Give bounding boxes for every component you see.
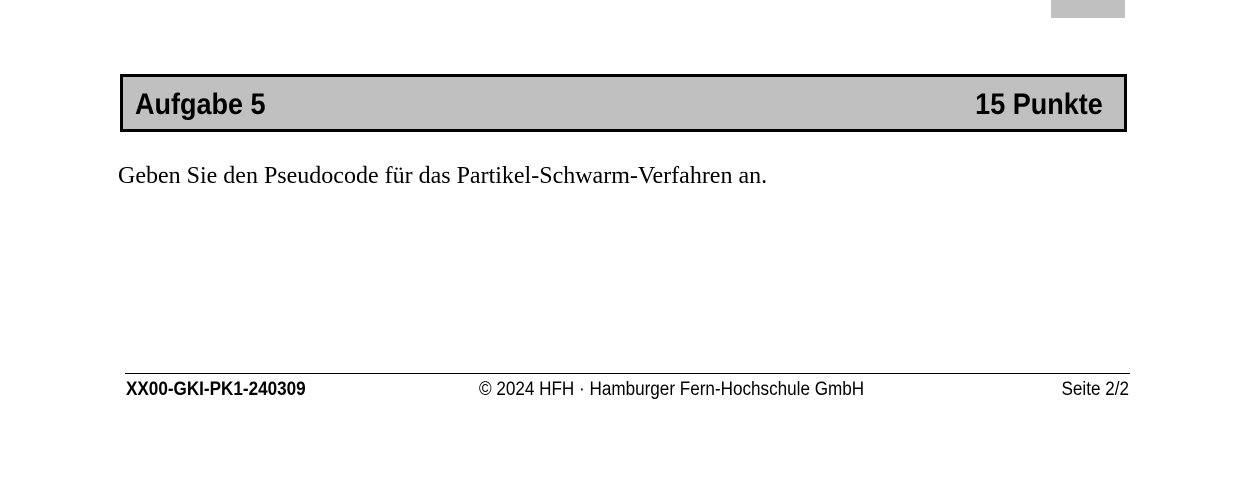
previous-task-text: Mutation das entstehende Individuum an. <box>156 0 554 8</box>
footer-page-number: Seite 2/2 <box>1061 379 1130 400</box>
footer-divider <box>125 373 1130 374</box>
footer-document-code: XX00-GKI-PK1-240309 <box>126 379 306 400</box>
task-header: Aufgabe 5 15 Punkte <box>120 74 1127 132</box>
points-box <box>1051 0 1125 18</box>
footer-copyright: © 2024 HFH · Hamburger Fern-Hochschule G… <box>479 379 865 400</box>
task-question: Geben Sie den Pseudocode für das Partike… <box>118 163 768 189</box>
task-points: 15 Punkte <box>975 88 1103 121</box>
task-title: Aufgabe 5 <box>135 88 266 121</box>
